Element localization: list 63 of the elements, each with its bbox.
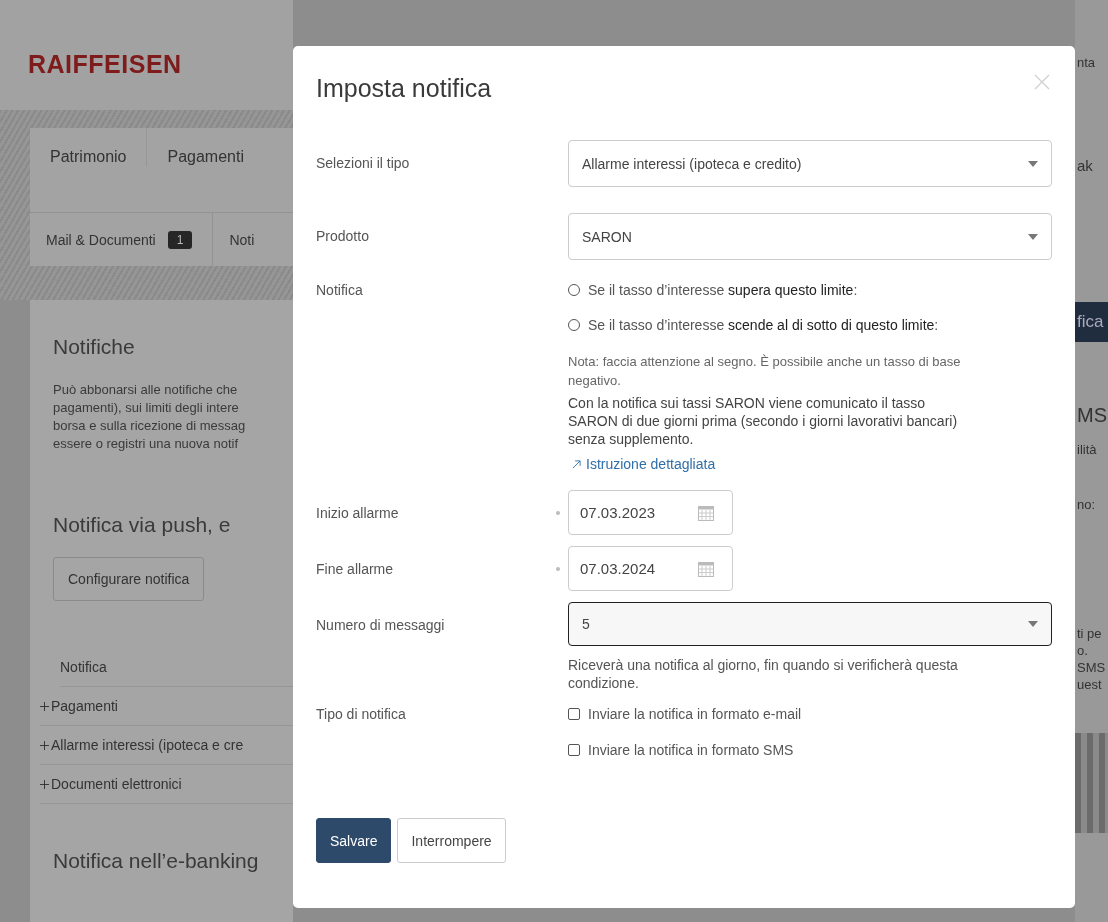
plus-icon[interactable] [40,740,49,750]
radio-label: Se il tasso d’interesse scende al di sotto di questo limite: [588,317,939,333]
action-button[interactable]: fica [1075,302,1108,342]
intro-text-line: essere o registri una nuova notif [53,435,239,453]
field-label: Tipo di notifica [316,705,407,724]
text-fragment: ilità [1077,441,1097,458]
nav-tab[interactable]: Patrimonio [30,128,148,166]
product-select[interactable]: SARON [568,213,1052,260]
text-fragment: SMS [1077,659,1106,676]
plus-icon[interactable] [40,779,49,789]
radio-label: Se il tasso d’interesse supera questo limite: [588,282,858,298]
intro-text-line: Può abbonarsi alle notifiche che [53,381,239,399]
text-fragment: no: [1077,496,1096,513]
text-fragment: o. [1077,642,1089,659]
field-label: Inizio allarme [316,504,400,523]
checkbox-label: Inviare la notifica in formato SMS [588,742,794,758]
text-fragment: ti pe [1077,625,1103,642]
count-badge: 1 [167,230,193,249]
category-row[interactable]: Allarme interessi (ipoteca e cre [51,737,244,753]
sub-nav-tab[interactable]: Noti [229,231,255,248]
caret-icon [1028,621,1038,627]
field-label: Notifica [316,281,364,300]
nav-tab[interactable]: Pagamenti [147,128,244,166]
plus-icon[interactable] [40,701,49,711]
caret-icon [1028,233,1038,240]
section-heading: Notifiche [53,335,136,359]
header-link[interactable]: nta [1077,55,1096,70]
info-text: Con la notifica sui tassi SARON viene comunicato il tasso SARON di due giorni prima (secondo i giorni lavorativi bancari) senza supplemento. [568,394,959,448]
field-label: Prodotto [316,227,370,246]
field-label: Selezioni il tipo [316,154,411,173]
arrow-icon [572,459,581,469]
checkbox[interactable] [568,708,580,720]
cancel-button[interactable]: Interrompere [397,818,506,863]
note-text: Nota: faccia attenzione al segno. È possibile anche un tasso di base negativo. [568,353,962,390]
category-row[interactable]: Pagamenti [51,698,118,714]
dialog-title: Imposta notifica [316,74,492,103]
date-input[interactable]: 07.03.2024 [580,560,690,577]
intro-text-line: borsa e sulla ricezione di messag [53,417,247,435]
field-label: Numero di messaggi [316,616,446,635]
intro-text-line: pagamenti), sui limiti degli intere [53,399,240,417]
checkbox-label: Inviare la notifica in formato e-mail [588,706,802,722]
type-select[interactable]: Allarme interessi (ipoteca e credito) [568,140,1052,187]
section-heading: Notifica nell’e-banking [53,849,260,873]
section-heading: Notifica via push, e [53,513,232,537]
category-row[interactable]: Documenti elettronici [51,776,182,792]
help-text: Riceverà una notifica al giorno, fin quando si verificherà questa condizione. [568,656,959,692]
text-fragment: uest [1077,676,1103,693]
caret-icon [1028,160,1038,167]
date-field[interactable]: 07.03.2023 [568,490,733,535]
checkbox[interactable] [568,744,580,756]
date-input[interactable]: 07.03.2023 [580,504,690,521]
brand-logo: RAIFFEISEN [28,50,182,78]
nav-tab[interactable]: ak [1077,157,1093,174]
messages-select[interactable]: 5 [568,602,1052,646]
configure-button[interactable]: Configurare notifica [53,557,205,601]
instructions-link[interactable]: Istruzione dettagliata [568,456,716,472]
field-label: Fine allarme [316,560,395,579]
sub-nav-tab[interactable]: Mail & Documenti [46,231,156,248]
required-dot-icon [556,567,560,571]
date-field[interactable]: 07.03.2024 [568,546,733,591]
required-dot-icon [556,511,560,515]
save-button[interactable]: Salvare [316,818,392,863]
section-heading: MS [1077,404,1107,427]
